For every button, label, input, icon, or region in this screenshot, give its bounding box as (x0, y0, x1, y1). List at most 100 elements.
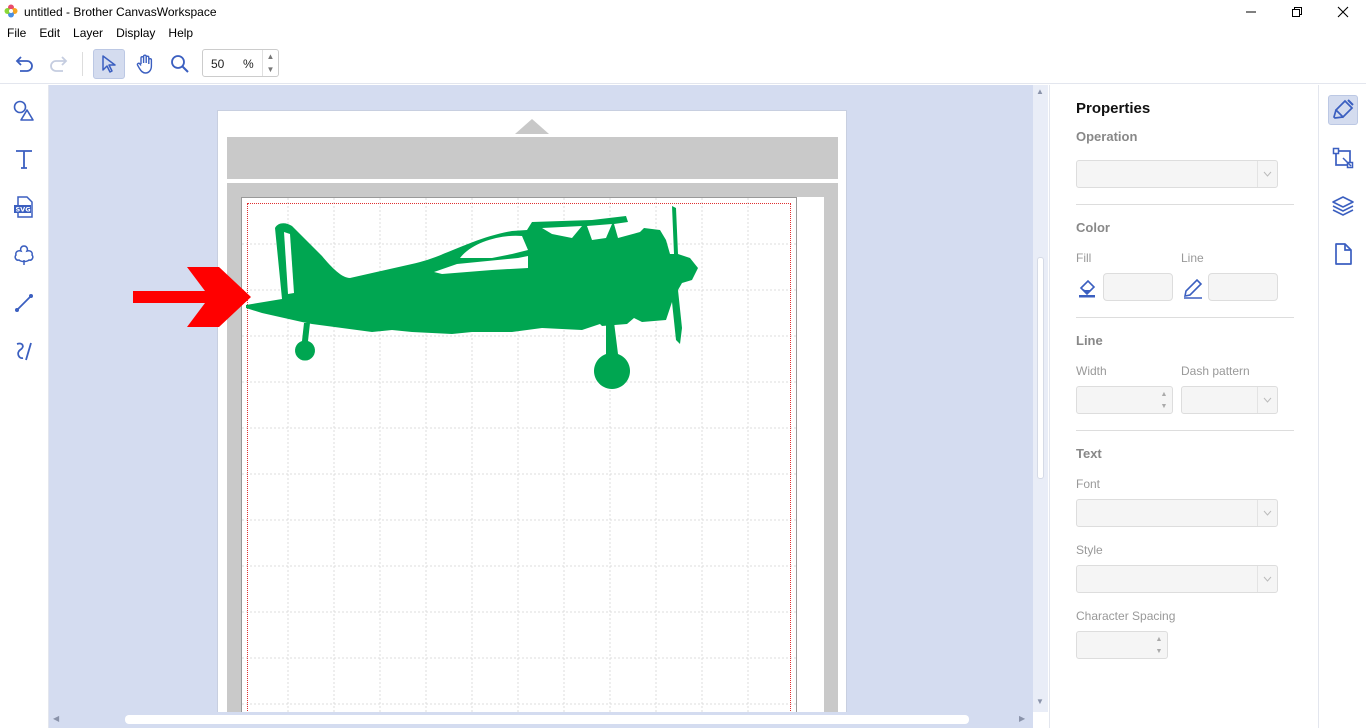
freehand-icon (16, 342, 32, 361)
close-button[interactable] (1320, 0, 1366, 24)
properties-title: Properties (1076, 100, 1151, 117)
chevron-down-icon (1257, 566, 1277, 592)
canvas-area[interactable] (49, 85, 1033, 712)
chevron-up-icon[interactable]: ▲ (1158, 389, 1170, 401)
menu-bar: File Edit Layer Display Help (0, 24, 1366, 42)
select-tool-button[interactable] (93, 49, 125, 79)
font-label: Font (1076, 477, 1101, 491)
redo-button[interactable] (43, 49, 75, 79)
shapes-icon (13, 100, 34, 121)
redo-icon (50, 56, 68, 72)
page-icon (1335, 243, 1352, 265)
dash-pattern-dropdown[interactable] (1181, 386, 1278, 414)
menu-help[interactable]: Help (161, 24, 199, 42)
scroll-left-icon[interactable]: ◀ (53, 714, 59, 723)
line-color-label: Line (1181, 251, 1204, 265)
scroll-up-icon[interactable]: ▲ (1036, 87, 1044, 96)
menu-display[interactable]: Display (109, 24, 161, 42)
brush-icon (1333, 99, 1354, 119)
page-tab-button[interactable] (1328, 239, 1358, 269)
menu-file[interactable]: File (0, 24, 32, 42)
pencil-icon[interactable] (1181, 276, 1205, 300)
red-arrow-annotation (133, 267, 251, 327)
fill-color-swatch[interactable] (1103, 273, 1173, 301)
zoom-tool-button[interactable] (164, 49, 196, 79)
chevron-down-icon (1257, 161, 1277, 187)
horizontal-scrollbar[interactable]: ◀ ▶ (49, 712, 1033, 728)
minimize-button[interactable] (1228, 0, 1274, 24)
right-panel-rail (1318, 85, 1366, 728)
properties-tab-button[interactable] (1328, 95, 1358, 125)
scroll-down-icon[interactable]: ▼ (1036, 697, 1044, 706)
font-dropdown[interactable] (1076, 499, 1278, 527)
text-section-label: Text (1076, 446, 1102, 461)
pointer-icon (102, 55, 116, 73)
layers-icon (1332, 196, 1354, 216)
chevron-down-icon (1257, 500, 1277, 526)
transform-tab-button[interactable] (1328, 143, 1358, 173)
chevron-down-icon[interactable]: ▼ (1158, 401, 1170, 413)
line-width-stepper[interactable]: ▲ ▼ (1076, 386, 1173, 414)
mat-top-band (227, 137, 838, 179)
fill-label: Fill (1076, 251, 1092, 265)
left-tool-palette: SVG (0, 85, 49, 728)
undo-button[interactable] (8, 49, 40, 79)
hand-icon (136, 54, 153, 74)
text-icon (16, 150, 32, 169)
operation-label: Operation (1076, 129, 1138, 144)
zoom-unit: % (243, 57, 254, 71)
menu-layer[interactable]: Layer (66, 24, 109, 42)
pan-tool-button[interactable] (129, 49, 161, 79)
horizontal-scroll-thumb[interactable] (125, 715, 969, 724)
close-icon (1337, 6, 1349, 18)
zoom-level-stepper[interactable]: 50 % ▲ ▼ (202, 49, 279, 77)
toolbar-separator (82, 52, 83, 76)
cutting-mat (217, 110, 847, 712)
svg-import-button[interactable]: SVG (8, 191, 40, 223)
line-icon (15, 294, 33, 312)
character-spacing-label: Character Spacing (1076, 609, 1176, 623)
chevron-down-icon[interactable]: ▼ (263, 63, 278, 76)
chevron-down-icon[interactable]: ▼ (1153, 646, 1165, 658)
magnifier-icon (171, 55, 189, 73)
chevron-down-icon (1257, 387, 1277, 413)
pattern-tool-button[interactable] (8, 239, 40, 271)
scroll-right-icon[interactable]: ▶ (1019, 714, 1025, 723)
restore-button[interactable] (1274, 0, 1320, 24)
shapes-tool-button[interactable] (8, 95, 40, 127)
section-divider (1076, 204, 1294, 205)
color-label: Color (1076, 220, 1110, 235)
line-color-swatch[interactable] (1208, 273, 1278, 301)
mat-grid (241, 197, 798, 712)
pattern-icon (14, 245, 34, 265)
app-logo-icon (4, 4, 18, 18)
zoom-value[interactable]: 50 (211, 57, 224, 71)
feed-direction-icon (515, 119, 549, 134)
section-divider (1076, 317, 1294, 318)
undo-icon (15, 56, 33, 72)
transform-icon (1332, 147, 1354, 169)
vertical-scrollbar[interactable]: ▲ ▼ (1033, 85, 1048, 712)
operation-dropdown[interactable] (1076, 160, 1278, 188)
section-divider (1076, 430, 1294, 431)
style-dropdown[interactable] (1076, 565, 1278, 593)
zoom-spinner[interactable]: ▲ ▼ (262, 50, 278, 76)
properties-panel: Properties Operation Color Fill Line Lin… (1049, 85, 1317, 728)
svg-text:SVG: SVG (16, 206, 31, 214)
title-bar: untitled - Brother CanvasWorkspace (0, 0, 1366, 24)
line-tool-button[interactable] (8, 287, 40, 319)
airplane-object[interactable] (242, 198, 798, 398)
width-label: Width (1076, 364, 1107, 378)
vertical-scroll-thumb[interactable] (1037, 257, 1044, 479)
chevron-up-icon[interactable]: ▲ (1153, 634, 1165, 646)
mat-frame (227, 183, 838, 712)
window-title: untitled - Brother CanvasWorkspace (24, 5, 217, 19)
character-spacing-stepper[interactable]: ▲ ▼ (1076, 631, 1168, 659)
fill-bucket-icon[interactable] (1076, 276, 1100, 300)
menu-edit[interactable]: Edit (32, 24, 66, 42)
style-label: Style (1076, 543, 1103, 557)
layers-tab-button[interactable] (1328, 191, 1358, 221)
text-tool-button[interactable] (8, 143, 40, 175)
chevron-up-icon[interactable]: ▲ (263, 50, 278, 63)
freehand-tool-button[interactable] (8, 335, 40, 367)
